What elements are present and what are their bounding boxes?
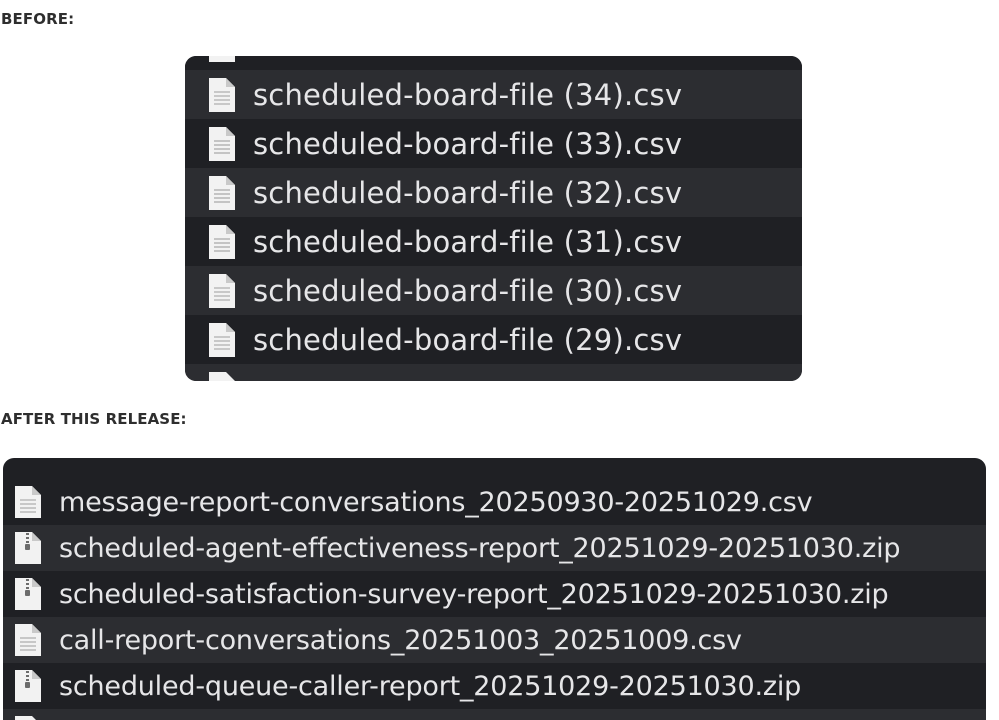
- document-icon: [209, 77, 235, 112]
- list-item-partial-bottom[interactable]: [3, 709, 986, 720]
- document-icon: [209, 322, 235, 357]
- zip-archive-icon: [15, 532, 41, 564]
- file-name: scheduled-board-file (29).csv: [253, 322, 683, 357]
- zip-archive-icon: [15, 716, 36, 720]
- file-name: scheduled-board-file (31).csv: [253, 224, 683, 259]
- list-item[interactable]: scheduled-board-file (30).csv: [185, 266, 802, 315]
- document-icon: [209, 224, 235, 259]
- list-item[interactable]: scheduled-board-file (31).csv: [185, 217, 802, 266]
- after-heading: AFTER THIS RELEASE:: [1, 410, 187, 428]
- zip-archive-icon: [15, 578, 41, 610]
- document-icon: [209, 273, 235, 308]
- document-icon: [209, 56, 235, 62]
- list-item[interactable]: scheduled-board-file (29).csv: [185, 315, 802, 364]
- file-name: scheduled-board-file (32).csv: [253, 175, 683, 210]
- file-name: scheduled-board-file (33).csv: [253, 126, 683, 161]
- document-icon: [209, 126, 235, 161]
- document-icon: [15, 486, 41, 518]
- list-item-partial-top[interactable]: [185, 56, 802, 70]
- zip-archive-icon: [15, 670, 41, 702]
- list-item[interactable]: scheduled-board-file (33).csv: [185, 119, 802, 168]
- file-name: scheduled-satisfaction-survey-report_202…: [59, 578, 889, 610]
- list-item[interactable]: scheduled-queue-caller-report_20251029-2…: [3, 663, 986, 709]
- list-item-partial-bottom[interactable]: [185, 364, 802, 381]
- file-name: scheduled-board-file (30).csv: [253, 273, 683, 308]
- after-file-list: message-report-conversations_20250930-20…: [3, 458, 986, 720]
- document-icon: [15, 624, 41, 656]
- list-item[interactable]: scheduled-agent-effectiveness-report_202…: [3, 525, 986, 571]
- before-file-list: scheduled-board-file (34).csv scheduled-…: [185, 56, 802, 381]
- file-name: scheduled-board-file (34).csv: [253, 77, 683, 112]
- file-name: scheduled-queue-caller-report_20251029-2…: [59, 670, 802, 702]
- file-name: message-report-conversations_20250930-20…: [59, 486, 813, 518]
- list-item[interactable]: message-report-conversations_20250930-20…: [3, 479, 986, 525]
- file-name: call-report-conversations_20251003_20251…: [59, 624, 742, 656]
- file-name: scheduled-agent-effectiveness-report_202…: [59, 532, 901, 564]
- document-icon: [209, 371, 235, 381]
- list-item[interactable]: call-report-conversations_20251003_20251…: [3, 617, 986, 663]
- document-icon: [209, 175, 235, 210]
- list-item[interactable]: scheduled-board-file (32).csv: [185, 168, 802, 217]
- before-heading: BEFORE:: [1, 10, 75, 28]
- list-item[interactable]: scheduled-satisfaction-survey-report_202…: [3, 571, 986, 617]
- list-item[interactable]: scheduled-board-file (34).csv: [185, 70, 802, 119]
